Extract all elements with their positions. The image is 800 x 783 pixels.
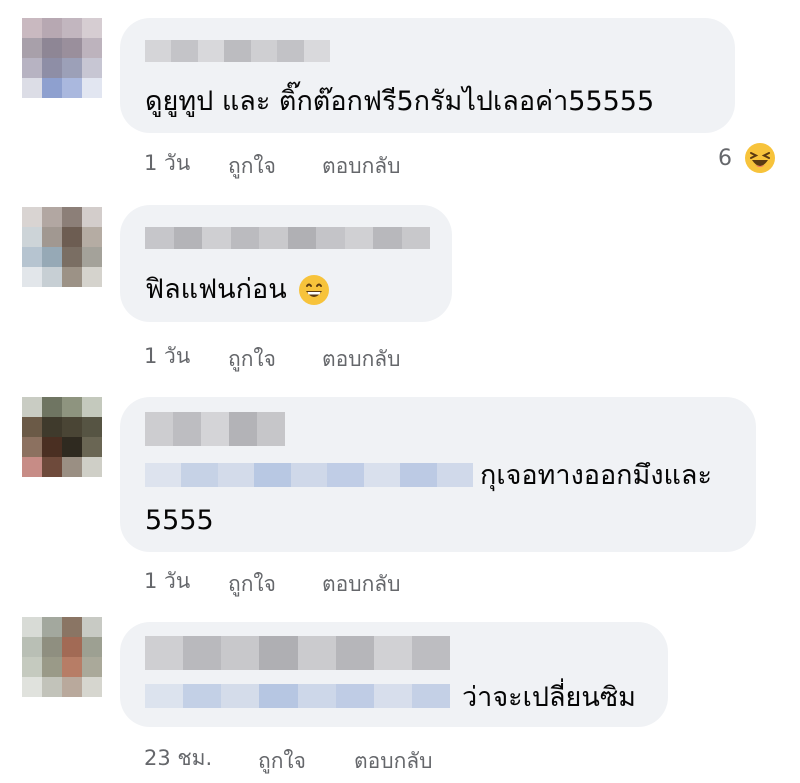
commenter-name-blurred[interactable]: [145, 412, 285, 446]
commenter-avatar[interactable]: [22, 397, 102, 477]
comment-timestamp[interactable]: 1 วัน: [144, 340, 190, 373]
like-button[interactable]: ถูกใจ: [228, 568, 276, 601]
comment-text: ดูยูทูป และ ติ๊กต๊อกฟรี5กรัมไปเลอค่า5555…: [145, 86, 655, 117]
like-button[interactable]: ถูกใจ: [228, 343, 276, 376]
comment-text: ว่าจะเปลี่ยนซิม: [462, 682, 636, 713]
reply-button[interactable]: ตอบกลับ: [354, 745, 433, 778]
comment-text: กุเจอทางออกมึงและ: [480, 460, 712, 491]
commenter-avatar[interactable]: [22, 617, 102, 697]
like-button[interactable]: ถูกใจ: [228, 150, 276, 183]
comment-text-line-2: 5555: [145, 505, 214, 536]
reply-button[interactable]: ตอบกลับ: [322, 343, 401, 376]
reply-button[interactable]: ตอบกลับ: [322, 568, 401, 601]
commenter-name-blurred[interactable]: [145, 636, 450, 670]
reaction-count[interactable]: 6: [718, 146, 732, 171]
comment-text: ฟิลแฟนก่อน: [145, 274, 287, 305]
haha-emoji-icon[interactable]: [744, 142, 776, 174]
mentioned-link-blurred[interactable]: [145, 684, 450, 708]
commenter-name-blurred[interactable]: [145, 40, 330, 62]
comment-timestamp[interactable]: 1 วัน: [144, 565, 190, 598]
like-button[interactable]: ถูกใจ: [258, 745, 306, 778]
comment-timestamp[interactable]: 23 ชม.: [144, 742, 212, 775]
reply-button[interactable]: ตอบกลับ: [322, 150, 401, 183]
commenter-avatar[interactable]: [22, 18, 102, 98]
grinning-face-icon: [299, 275, 329, 305]
comment-timestamp[interactable]: 1 วัน: [144, 147, 190, 180]
mentioned-link-blurred[interactable]: [145, 463, 473, 487]
commenter-name-blurred[interactable]: [145, 227, 430, 249]
commenter-avatar[interactable]: [22, 207, 102, 287]
